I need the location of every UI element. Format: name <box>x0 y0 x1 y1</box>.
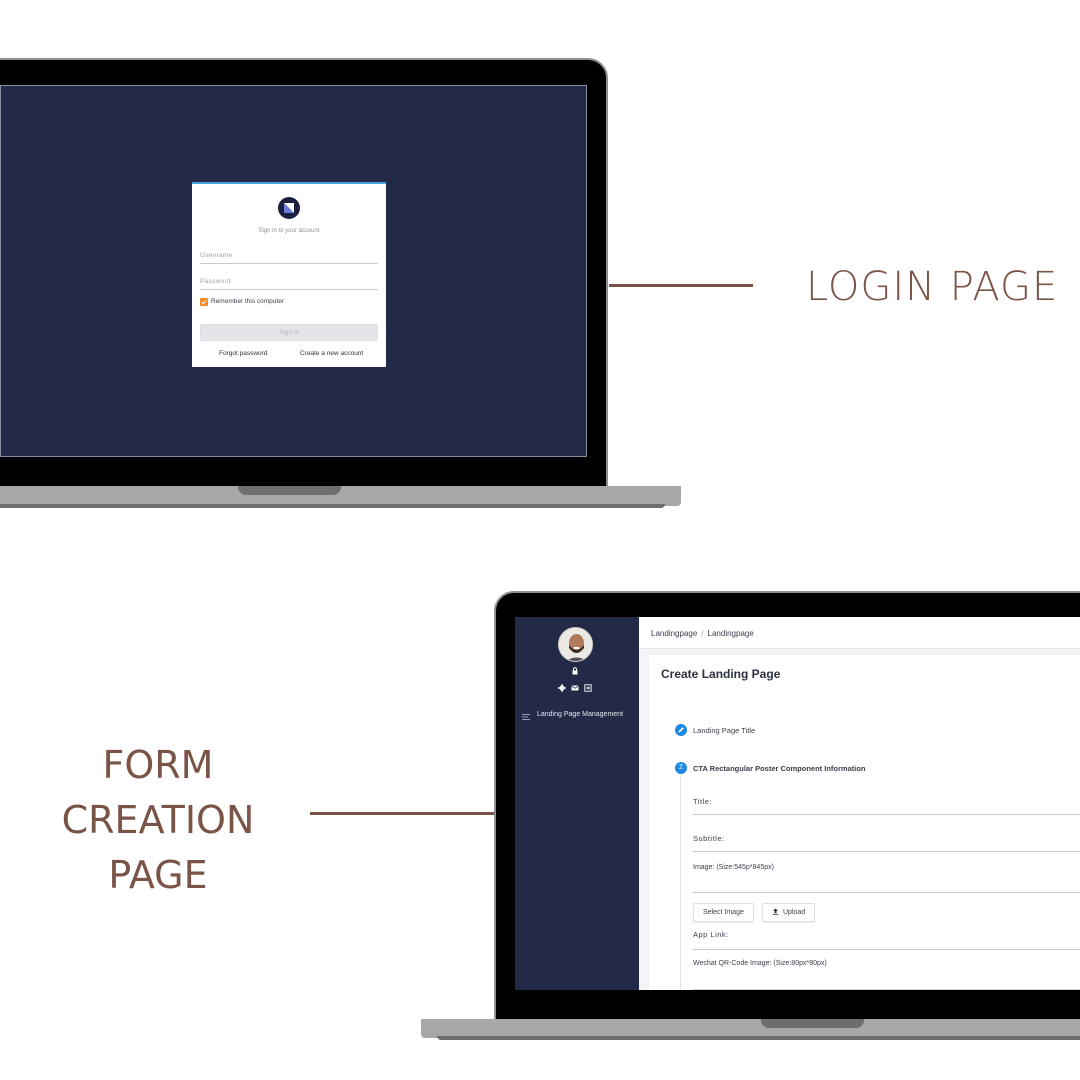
form-label-line-2: CREATION <box>61 798 255 842</box>
password-field[interactable]: Password <box>200 276 378 290</box>
logout-icon[interactable] <box>584 684 592 692</box>
step-1-label[interactable]: Landing Page Title <box>693 726 755 735</box>
gear-icon[interactable] <box>558 684 566 692</box>
username-field[interactable]: Username <box>200 250 378 264</box>
topbar: Landingpage / Landingpage <box>639 617 1080 649</box>
login-laptop-base-shade <box>0 504 665 508</box>
form-laptop-notch <box>761 1019 864 1028</box>
sidebar: Landing Page Management <box>515 617 639 990</box>
form-label-line-1: FORM <box>102 743 214 787</box>
breadcrumb-separator: / <box>701 629 704 638</box>
breadcrumb-item[interactable]: Landingpage <box>651 629 697 638</box>
remember-checkbox[interactable] <box>200 298 208 306</box>
image-field-label: Image: (Size:545p*845px) <box>693 864 774 871</box>
menu-icon <box>522 714 530 720</box>
step-2-number[interactable]: 2 <box>675 762 687 774</box>
login-screen: Sign in to your account Username Passwor… <box>0 85 587 457</box>
wechat-qr-underline <box>693 989 1080 990</box>
image-field-underline <box>693 892 1080 893</box>
step-2-label[interactable]: CTA Rectangular Poster Component Informa… <box>693 764 866 773</box>
form-connector-line <box>310 812 494 815</box>
subtitle-field-label: Subtitle: <box>693 834 725 843</box>
login-laptop-notch <box>238 486 341 495</box>
lock-icon <box>572 667 578 675</box>
login-subtitle: Sign in to your account <box>258 228 320 234</box>
login-connector-line <box>609 284 753 287</box>
form-creation-label: FORM CREATION PAGE <box>40 738 276 903</box>
upload-icon <box>772 908 779 915</box>
subtitle-input[interactable] <box>693 851 1080 852</box>
sidebar-quick-icons <box>558 684 592 692</box>
step-1-done-icon[interactable] <box>675 724 687 736</box>
check-icon <box>201 299 207 305</box>
login-card: Sign in to your account Username Passwor… <box>192 182 386 367</box>
forgot-password-link[interactable]: Forgot password <box>219 350 267 357</box>
form-laptop-base-shade <box>437 1036 1080 1040</box>
wechat-qr-field-label: Wechat QR-Code Image: (Size:80px*80px) <box>693 960 827 967</box>
create-account-link[interactable]: Create a new account <box>300 350 363 357</box>
upload-button-label: Upload <box>783 909 806 916</box>
app-link-input[interactable] <box>693 949 1080 950</box>
signin-button[interactable]: Sign in <box>200 324 378 341</box>
app-logo-icon <box>278 197 300 219</box>
sidebar-item-landing-page-management[interactable]: Landing Page Management <box>537 711 623 718</box>
app-link-field-label: App Link: <box>693 930 729 939</box>
form-card: Create Landing Page Landing Page Title 2… <box>649 655 1080 990</box>
upload-button[interactable]: Upload <box>762 903 816 922</box>
avatar[interactable] <box>558 627 593 662</box>
step-rail <box>680 775 681 990</box>
form-screen: Landing Page Management Landingpage / Land… <box>515 617 1080 990</box>
breadcrumb: Landingpage / Landingpage <box>651 629 754 638</box>
title-input[interactable] <box>693 814 1080 815</box>
form-label-line-3: PAGE <box>108 853 208 897</box>
select-image-button[interactable]: Select Image <box>693 903 754 922</box>
login-page-label: LOGIN PAGE <box>806 264 1059 310</box>
mail-icon[interactable] <box>571 684 579 692</box>
breadcrumb-item-current: Landingpage <box>707 629 754 638</box>
remember-label: Remember this computer <box>211 298 284 305</box>
page-title: Create Landing Page <box>661 667 781 681</box>
title-field-label: Title: <box>693 797 712 806</box>
